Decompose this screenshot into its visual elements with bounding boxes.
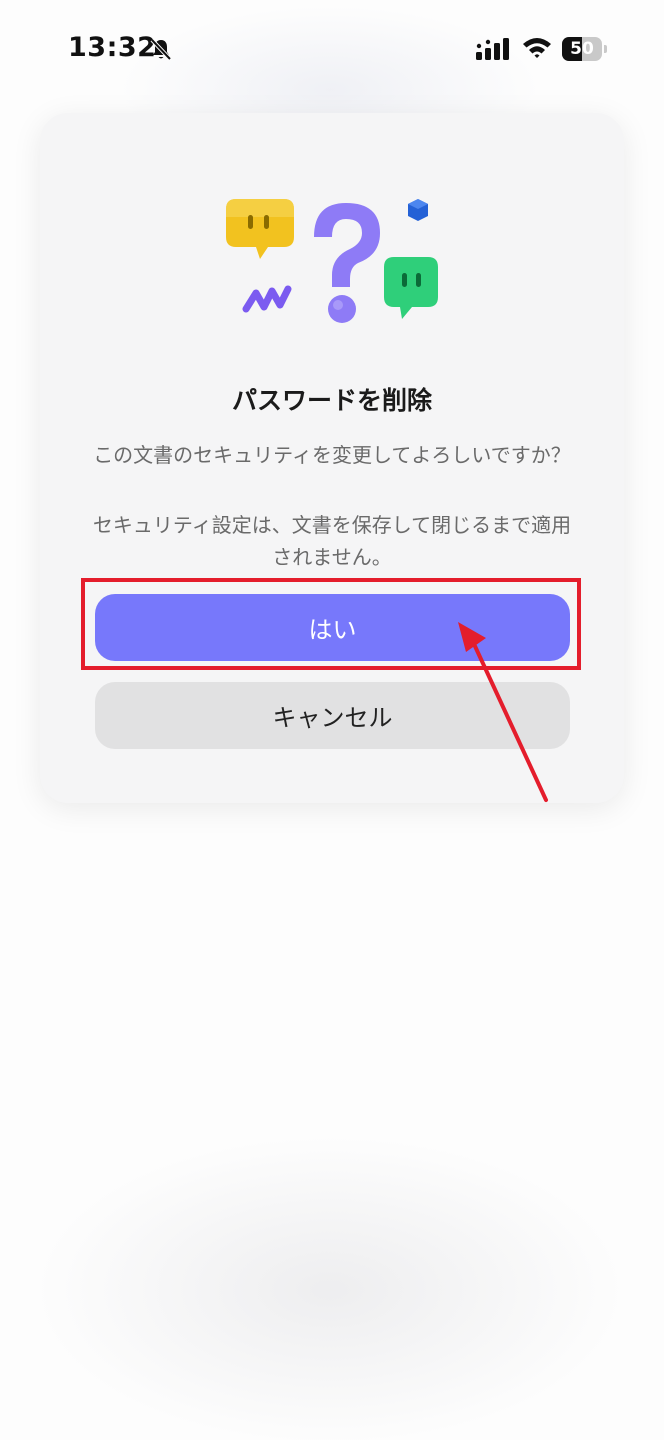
dialog-note: セキュリティ設定は、文書を保存して閉じるまで適用されません。 — [92, 513, 572, 569]
question-illustration-icon — [226, 199, 438, 323]
cellular-signal-icon — [476, 38, 509, 60]
status-bar: 13:32 50 — [0, 0, 664, 100]
pointer-arrow-icon — [458, 622, 548, 802]
bell-slash-icon — [150, 38, 172, 61]
battery-percent: 50 — [570, 39, 594, 59]
dialog-message: この文書のセキュリティを変更してよろしいですか？ — [93, 443, 571, 467]
battery-icon: 50 — [562, 37, 608, 61]
dialog-title: パスワードを削除 — [231, 386, 432, 415]
status-time: 13:32 — [68, 32, 157, 63]
wifi-icon — [523, 38, 551, 58]
